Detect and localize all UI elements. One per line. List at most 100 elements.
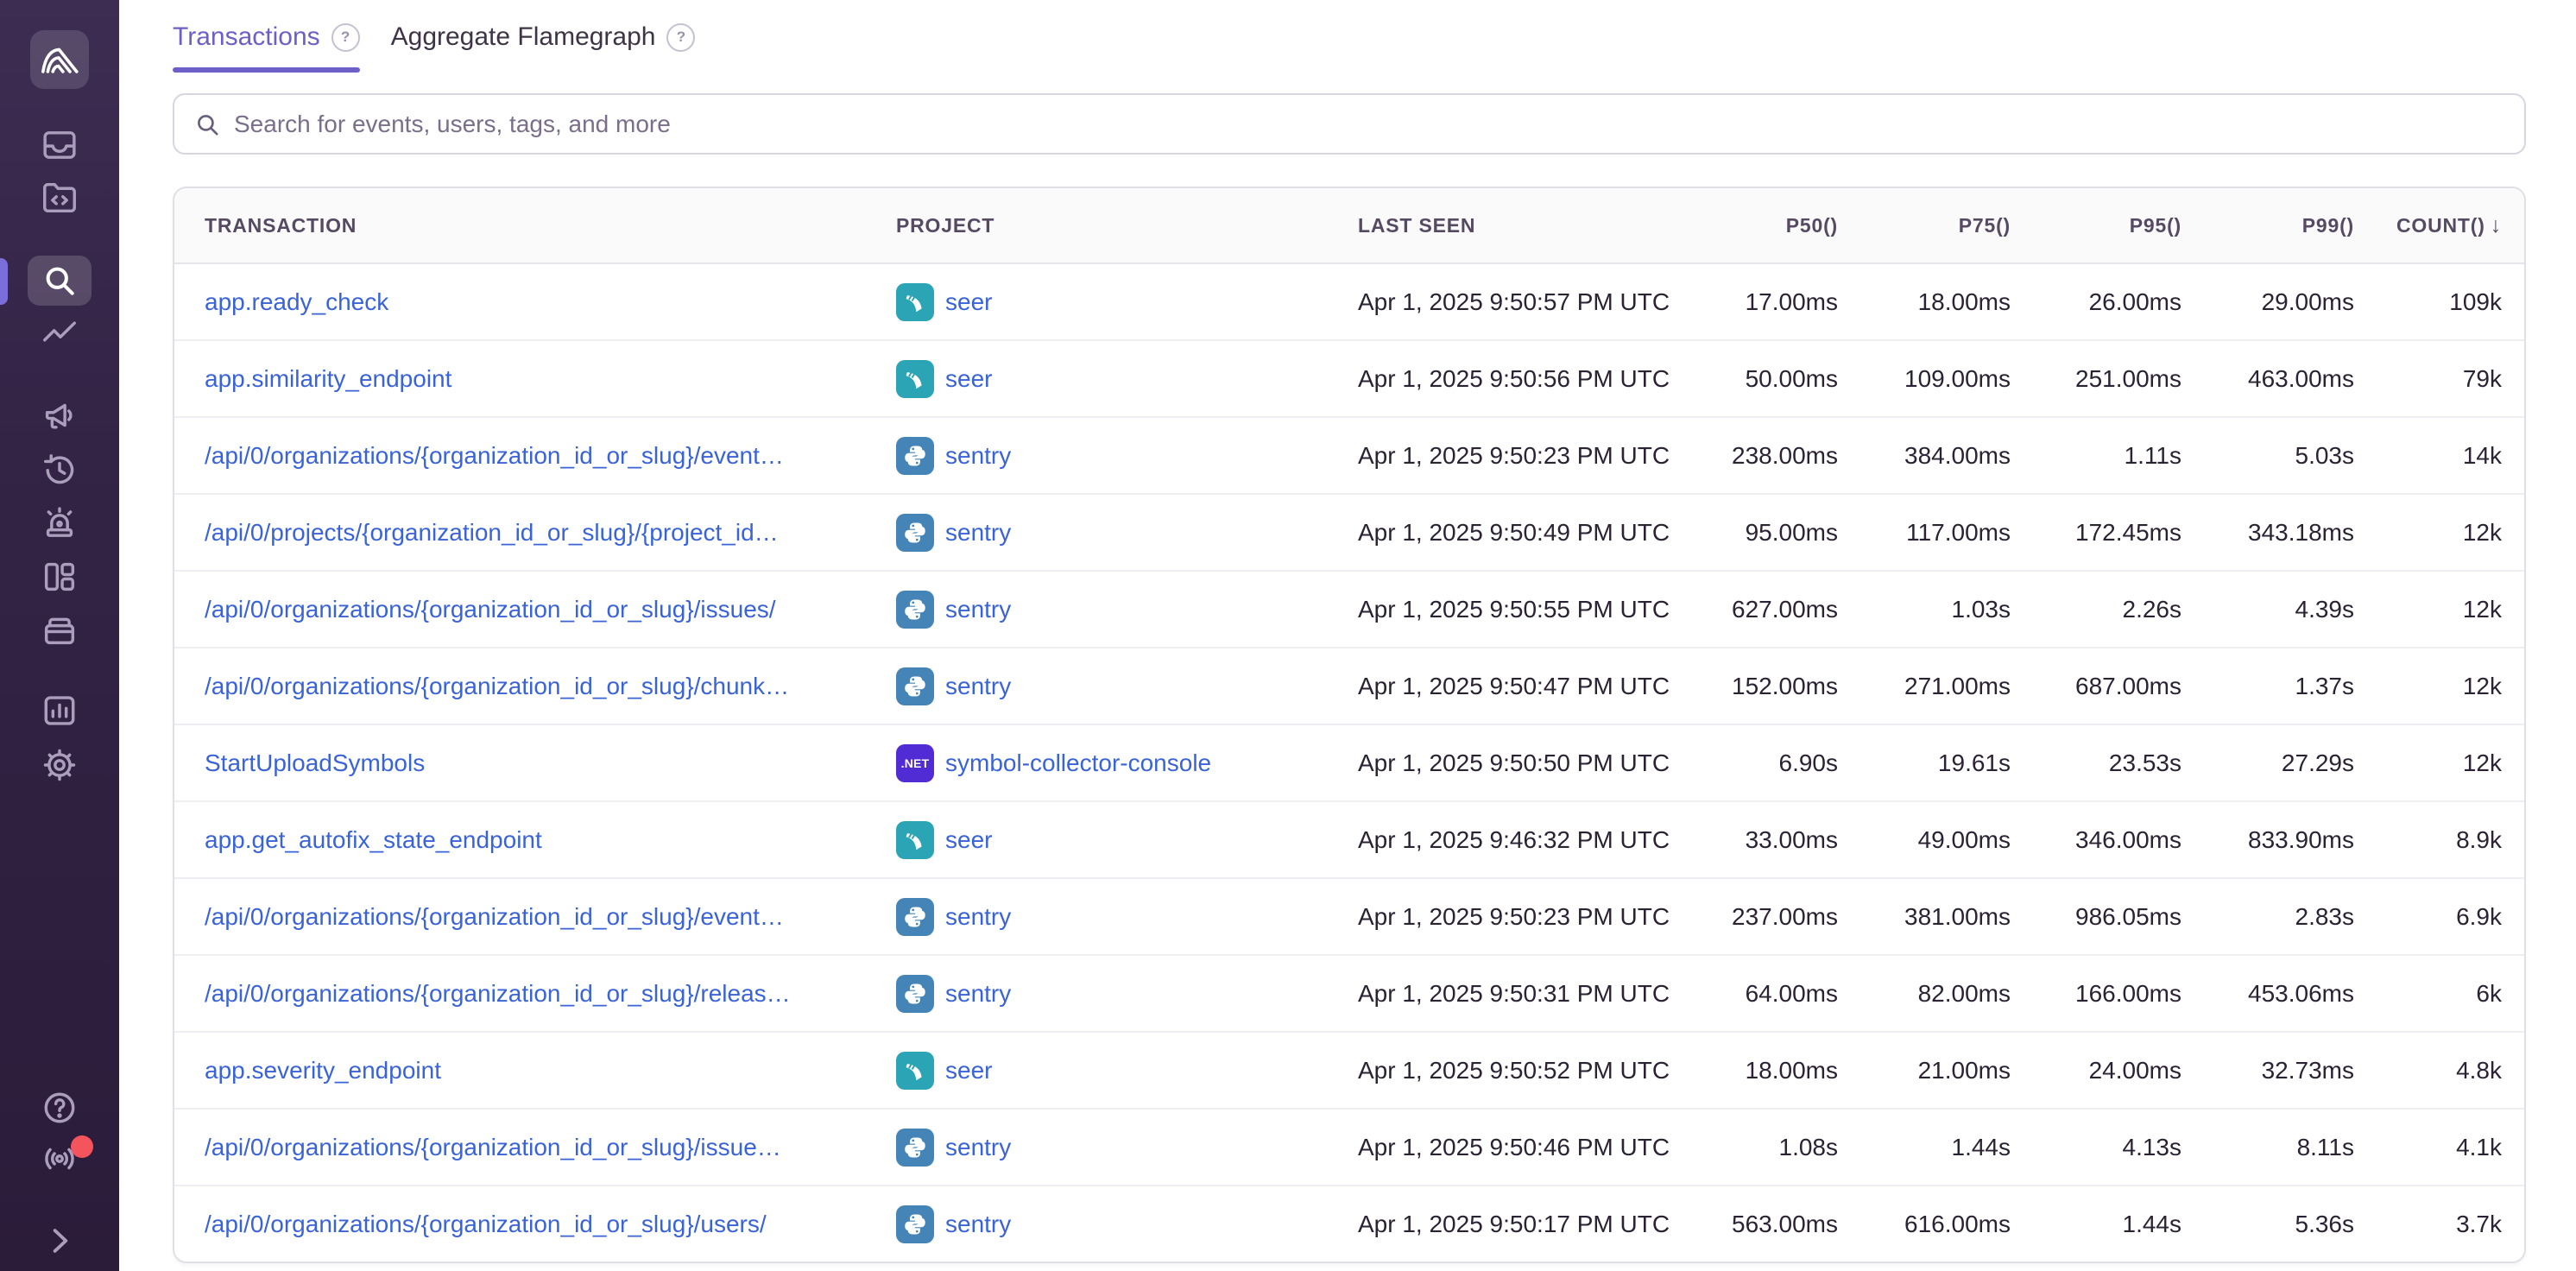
sidebar-item-settings[interactable] xyxy=(40,745,79,785)
table-body: app.ready_check seer Apr 1, 2025 9:50:57… xyxy=(174,264,2524,1262)
p75-cell: 381.00ms xyxy=(1858,903,2030,931)
tab-transactions[interactable]: Transactions ? xyxy=(173,22,360,73)
column-header-transaction[interactable]: TRANSACTION xyxy=(174,214,891,237)
table-row: StartUploadSymbols .NET symbol-collector… xyxy=(174,724,2524,800)
transaction-link[interactable]: /api/0/organizations/{organization_id_or… xyxy=(205,1134,781,1160)
table-row: /api/0/organizations/{organization_id_or… xyxy=(174,1185,2524,1262)
last-seen-cell: Apr 1, 2025 9:50:47 PM UTC xyxy=(1353,673,1715,700)
history-clock-icon xyxy=(40,450,79,490)
transaction-link[interactable]: app.severity_endpoint xyxy=(205,1057,441,1084)
sidebar-collapse-button[interactable] xyxy=(40,1221,79,1261)
column-header-count[interactable]: COUNT()↓ xyxy=(2374,213,2524,238)
p95-cell: 4.13s xyxy=(2030,1134,2201,1161)
sidebar xyxy=(0,0,119,1271)
column-header-p95[interactable]: P95() xyxy=(2030,214,2201,237)
table-row: /api/0/organizations/{organization_id_or… xyxy=(174,416,2524,493)
sidebar-item-releases[interactable] xyxy=(40,610,79,650)
search-input[interactable] xyxy=(232,110,2524,139)
p99-cell: 27.29s xyxy=(2201,749,2374,777)
last-seen-cell: Apr 1, 2025 9:50:50 PM UTC xyxy=(1353,749,1715,777)
p99-cell: 453.06ms xyxy=(2201,980,2374,1008)
project-icon xyxy=(896,667,934,705)
p75-cell: 18.00ms xyxy=(1858,288,2030,316)
sidebar-item-explore[interactable] xyxy=(40,178,79,218)
column-header-p50[interactable]: P50() xyxy=(1715,214,1858,237)
project-link[interactable]: sentry xyxy=(945,1134,1011,1161)
last-seen-cell: Apr 1, 2025 9:50:23 PM UTC xyxy=(1353,442,1715,470)
p99-cell: 32.73ms xyxy=(2201,1057,2374,1084)
count-cell: 109k xyxy=(2374,288,2524,316)
count-cell: 12k xyxy=(2374,596,2524,623)
transaction-cell: app.ready_check xyxy=(174,288,891,316)
column-header-project[interactable]: PROJECT xyxy=(891,214,1353,237)
p50-cell: 50.00ms xyxy=(1715,365,1858,393)
transaction-link[interactable]: app.similarity_endpoint xyxy=(205,365,451,392)
project-icon xyxy=(896,1205,934,1243)
project-link[interactable]: sentry xyxy=(945,596,1011,623)
column-header-p75[interactable]: P75() xyxy=(1858,214,2030,237)
transaction-link[interactable]: /api/0/organizations/{organization_id_or… xyxy=(205,673,789,699)
project-link[interactable]: sentry xyxy=(945,442,1011,470)
traces-zigzag-icon xyxy=(40,315,79,355)
count-cell: 8.9k xyxy=(2374,826,2524,854)
transaction-link[interactable]: /api/0/organizations/{organization_id_or… xyxy=(205,442,784,469)
seer-logo-icon xyxy=(901,826,929,854)
transaction-link[interactable]: app.get_autofix_state_endpoint xyxy=(205,826,542,853)
sentry-logo[interactable] xyxy=(30,30,89,89)
p50-cell: 1.08s xyxy=(1715,1134,1858,1161)
tab-aggregate-flamegraph[interactable]: Aggregate Flamegraph ? xyxy=(391,22,696,73)
python-logo-icon xyxy=(901,442,929,470)
project-icon: .NET xyxy=(896,744,934,782)
project-cell: .NET symbol-collector-console xyxy=(891,744,1353,782)
transaction-link[interactable]: /api/0/organizations/{organization_id_or… xyxy=(205,980,791,1007)
project-cell: sentry xyxy=(891,975,1353,1013)
transaction-cell: /api/0/organizations/{organization_id_or… xyxy=(174,596,891,623)
transaction-cell: app.similarity_endpoint xyxy=(174,365,891,393)
p99-cell: 343.18ms xyxy=(2201,519,2374,547)
sidebar-item-search-active[interactable] xyxy=(28,256,92,306)
project-link[interactable]: symbol-collector-console xyxy=(945,749,1211,777)
project-link[interactable]: seer xyxy=(945,826,992,854)
transaction-link[interactable]: /api/0/projects/{organization_id_or_slug… xyxy=(205,519,779,546)
sidebar-item-stats[interactable] xyxy=(40,691,79,730)
project-link[interactable]: sentry xyxy=(945,1211,1011,1238)
table-header-row: TRANSACTION PROJECT LAST SEEN P50() P75(… xyxy=(174,188,2524,264)
sidebar-item-replays[interactable] xyxy=(40,450,79,490)
p50-cell: 95.00ms xyxy=(1715,519,1858,547)
sidebar-item-help[interactable] xyxy=(40,1088,79,1128)
sidebar-item-feedback[interactable] xyxy=(40,395,79,435)
project-link[interactable]: sentry xyxy=(945,980,1011,1008)
p95-cell: 1.44s xyxy=(2030,1211,2201,1238)
transaction-cell: /api/0/organizations/{organization_id_or… xyxy=(174,903,891,931)
tab-transactions-help-icon[interactable]: ? xyxy=(331,23,360,52)
p75-cell: 109.00ms xyxy=(1858,365,2030,393)
count-cell: 12k xyxy=(2374,519,2524,547)
column-header-last-seen[interactable]: LAST SEEN xyxy=(1353,214,1715,237)
transaction-link[interactable]: /api/0/organizations/{organization_id_or… xyxy=(205,596,776,623)
tab-aggregate-flamegraph-help-icon[interactable]: ? xyxy=(666,23,695,52)
sidebar-item-alerts[interactable] xyxy=(40,503,79,543)
python-logo-icon xyxy=(901,673,929,700)
table-row: /api/0/organizations/{organization_id_or… xyxy=(174,877,2524,954)
transaction-link[interactable]: app.ready_check xyxy=(205,288,388,315)
sidebar-item-issues[interactable] xyxy=(40,125,79,165)
project-cell: seer xyxy=(891,821,1353,859)
column-header-p99[interactable]: P99() xyxy=(2201,214,2374,237)
p95-cell: 172.45ms xyxy=(2030,519,2201,547)
search-bar[interactable] xyxy=(173,93,2526,155)
project-link[interactable]: sentry xyxy=(945,519,1011,547)
stats-bars-icon xyxy=(40,691,79,730)
project-link[interactable]: seer xyxy=(945,365,992,393)
p95-cell: 986.05ms xyxy=(2030,903,2201,931)
project-link[interactable]: sentry xyxy=(945,903,1011,931)
transaction-link[interactable]: /api/0/organizations/{organization_id_or… xyxy=(205,1211,767,1237)
sidebar-item-dashboards[interactable] xyxy=(40,557,79,597)
sidebar-item-traces[interactable] xyxy=(40,315,79,355)
transaction-link[interactable]: /api/0/organizations/{organization_id_or… xyxy=(205,903,784,930)
dashboards-grid-icon xyxy=(40,557,79,597)
project-link[interactable]: seer xyxy=(945,1057,992,1084)
project-cell: seer xyxy=(891,1052,1353,1090)
transaction-link[interactable]: StartUploadSymbols xyxy=(205,749,425,776)
project-link[interactable]: sentry xyxy=(945,673,1011,700)
project-link[interactable]: seer xyxy=(945,288,992,316)
